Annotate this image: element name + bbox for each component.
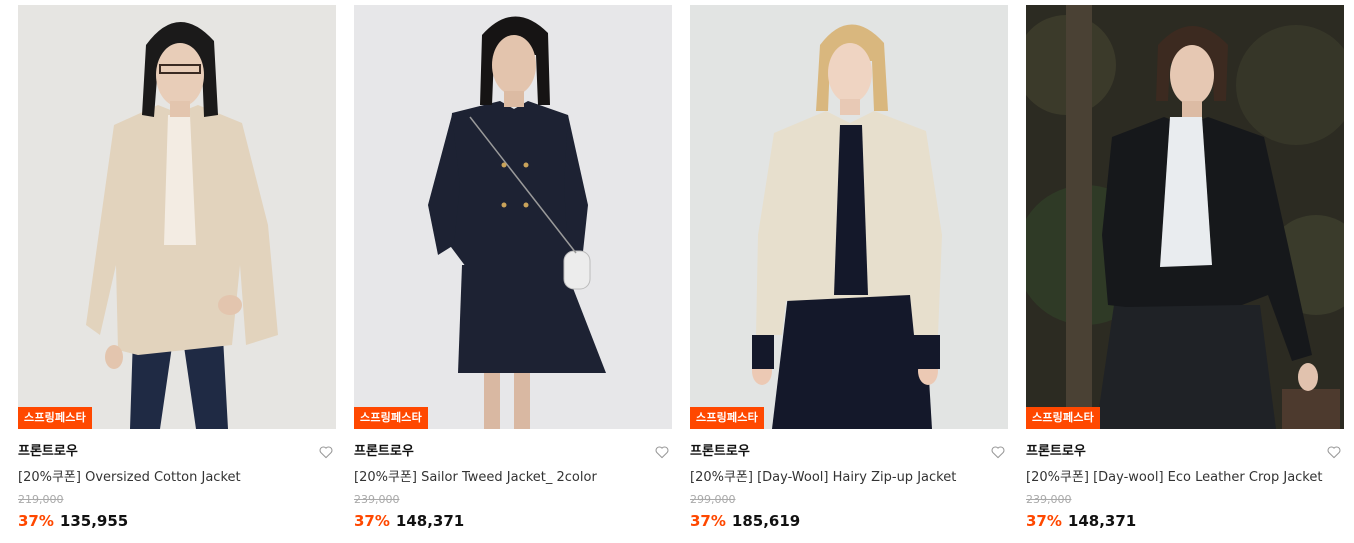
sale-price: 148,371 — [1067, 512, 1137, 530]
product-name[interactable]: [20%쿠폰] Sailor Tweed Jacket_ 2color — [354, 470, 672, 486]
discount-rate: 37% — [354, 512, 390, 530]
sale-price: 135,955 — [59, 512, 129, 530]
heart-outline-icon[interactable] — [990, 444, 1006, 460]
brand-row: 프론트로우 — [354, 443, 672, 465]
product-name[interactable]: [20%쿠폰] [Day-wool] Eco Leather Crop Jack… — [1026, 470, 1344, 486]
heart-outline-icon[interactable] — [318, 444, 334, 460]
product-card[interactable]: 스프링페스타 프론트로우 [20%쿠폰] [Day-Wool] Hairy Zi… — [690, 5, 1008, 530]
discount-rate: 37% — [18, 512, 54, 530]
brand-row: 프론트로우 — [1026, 443, 1344, 465]
brand-name[interactable]: 프론트로우 — [354, 443, 414, 461]
discount-rate: 37% — [1026, 512, 1062, 530]
promo-badge: 스프링페스타 — [690, 407, 764, 429]
promo-badge: 스프링페스타 — [18, 407, 92, 429]
product-image[interactable]: 스프링페스타 — [354, 5, 672, 429]
product-image[interactable]: 스프링페스타 — [18, 5, 336, 429]
product-name[interactable]: [20%쿠폰] [Day-Wool] Hairy Zip-up Jacket — [690, 470, 1008, 486]
original-price: 219,000 — [18, 493, 64, 506]
brand-name[interactable]: 프론트로우 — [690, 443, 750, 461]
heart-outline-icon[interactable] — [1326, 444, 1342, 460]
original-price: 239,000 — [1026, 493, 1072, 506]
brand-row: 프론트로우 — [690, 443, 1008, 465]
sale-price: 185,619 — [731, 512, 801, 530]
heart-outline-icon[interactable] — [654, 444, 670, 460]
price-row: 37% 148,371 — [1026, 512, 1344, 530]
price-row: 37% 148,371 — [354, 512, 672, 530]
price-row: 37% 135,955 — [18, 512, 336, 530]
original-price: 239,000 — [354, 493, 400, 506]
discount-rate: 37% — [690, 512, 726, 530]
product-grid: 스프링페스타 프론트로우 [20%쿠폰] Oversized Cotton Ja… — [0, 0, 1354, 543]
price-row: 37% 185,619 — [690, 512, 1008, 530]
product-name[interactable]: [20%쿠폰] Oversized Cotton Jacket — [18, 470, 336, 486]
original-price: 299,000 — [690, 493, 736, 506]
product-card[interactable]: 스프링페스타 프론트로우 [20%쿠폰] Sailor Tweed Jacket… — [354, 5, 672, 530]
brand-row: 프론트로우 — [18, 443, 336, 465]
product-image[interactable]: 스프링페스타 — [1026, 5, 1344, 429]
product-image[interactable]: 스프링페스타 — [690, 5, 1008, 429]
sale-price: 148,371 — [395, 512, 465, 530]
promo-badge: 스프링페스타 — [1026, 407, 1100, 429]
brand-name[interactable]: 프론트로우 — [18, 443, 78, 461]
brand-name[interactable]: 프론트로우 — [1026, 443, 1086, 461]
promo-badge: 스프링페스타 — [354, 407, 428, 429]
product-card[interactable]: 스프링페스타 프론트로우 [20%쿠폰] [Day-wool] Eco Leat… — [1026, 5, 1344, 530]
product-card[interactable]: 스프링페스타 프론트로우 [20%쿠폰] Oversized Cotton Ja… — [18, 5, 336, 530]
